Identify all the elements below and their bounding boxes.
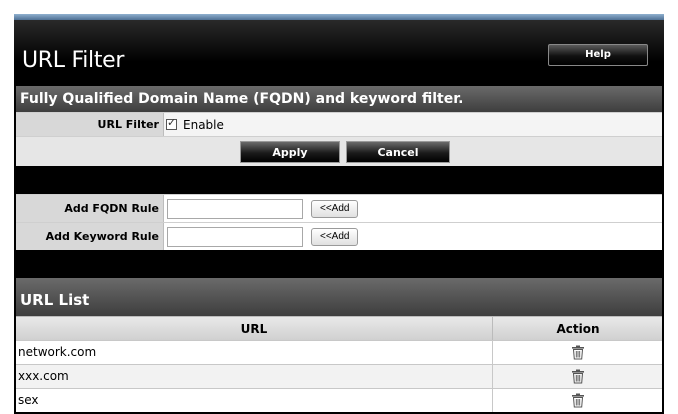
url-cell: sex (18, 393, 39, 407)
add-keyword-button[interactable]: <<Add (311, 227, 359, 246)
trash-icon[interactable] (571, 393, 585, 408)
keyword-input[interactable] (167, 226, 303, 247)
page-title: URL Filter (22, 48, 125, 73)
add-fqdn-button[interactable]: <<Add (311, 199, 359, 218)
url-list-header: URL Action (16, 316, 663, 341)
table-row: network.com (16, 340, 662, 364)
fqdn-input[interactable] (167, 198, 303, 219)
help-button[interactable]: Help (548, 44, 648, 66)
cancel-button[interactable]: Cancel (346, 141, 450, 163)
action-cell (492, 340, 663, 364)
fqdn-rule-row: Add FQDN Rule <<Add (16, 194, 662, 222)
url-list-heading: URL List (16, 278, 662, 316)
fqdn-rule-label: Add FQDN Rule (16, 195, 164, 222)
action-row: Apply Cancel (16, 136, 662, 166)
url-cell: network.com (18, 345, 97, 359)
enable-checkbox[interactable] (166, 116, 177, 130)
keyword-rule-label: Add Keyword Rule (16, 223, 164, 250)
table-row: sex (16, 388, 662, 412)
action-cell (492, 388, 663, 412)
url-cell: xxx.com (18, 369, 69, 383)
page-frame: URL Filter Help Fully Qualified Domain N… (14, 14, 664, 414)
action-cell (492, 364, 663, 388)
trash-icon[interactable] (571, 345, 585, 360)
enable-label: Enable (183, 117, 224, 132)
trash-icon[interactable] (571, 369, 585, 384)
url-filter-value: Enable (166, 113, 662, 136)
table-row: xxx.com (16, 364, 662, 388)
fqdn-rule-value: <<Add (166, 195, 662, 222)
apply-button[interactable]: Apply (240, 141, 340, 163)
fqdn-section-heading: Fully Qualified Domain Name (FQDN) and k… (16, 86, 662, 112)
url-filter-label: URL Filter (16, 113, 164, 136)
header-bar: URL Filter Help (14, 20, 664, 80)
url-filter-row: URL Filter Enable (16, 112, 662, 136)
keyword-rule-row: Add Keyword Rule <<Add (16, 222, 662, 250)
column-header-url: URL (240, 322, 268, 336)
keyword-rule-value: <<Add (166, 223, 662, 250)
column-header-action: Action (492, 317, 663, 341)
